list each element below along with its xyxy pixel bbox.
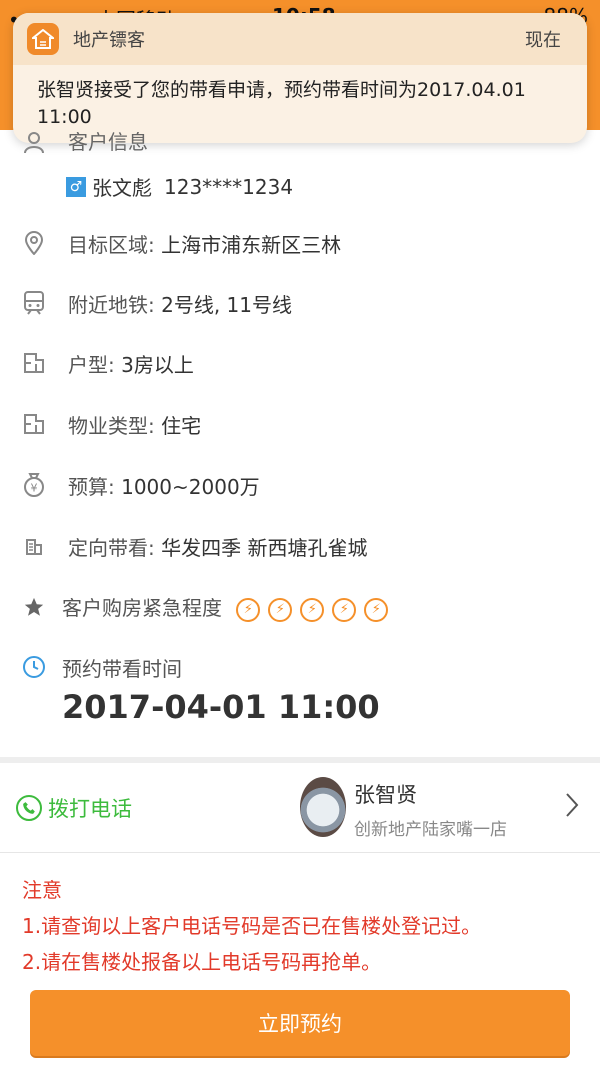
money-bag-icon: ¥ [20, 471, 48, 499]
subway-value: 2号线, 11号线 [161, 292, 292, 317]
clock-icon [20, 653, 48, 681]
lightning-icon: ⚡ [268, 597, 293, 622]
notice-line-2: 2.请在售楼处报备以上电话号码再抢单。 [22, 950, 382, 974]
star-icon [20, 593, 48, 621]
target-area-label: 目标区域: [68, 232, 162, 257]
layout-row: 户型: 3房以上 [0, 348, 600, 378]
subway-row: 附近地铁: 2号线, 11号线 [0, 288, 600, 318]
client-phone: 123****1234 [164, 174, 294, 199]
directed-viewing-label: 定向带看: [68, 535, 162, 560]
notification-header: 地产镖客 现在 [13, 13, 587, 65]
lightning-icon: ⚡ [332, 597, 357, 622]
budget-label: 预算: [68, 474, 122, 499]
male-icon: ♂ [66, 176, 86, 197]
client-line: ♂ 张文彪 123****1234 [66, 172, 293, 201]
layout-label: 户型: [68, 352, 122, 377]
book-now-button[interactable]: 立即预约 [30, 990, 570, 1056]
subway-icon [20, 289, 48, 317]
notification-time: 现在 [525, 30, 561, 51]
call-label: 拨打电话 [48, 797, 132, 821]
client-name: 张文彪 [92, 176, 152, 200]
chevron-right-icon[interactable] [564, 791, 580, 827]
person-icon [20, 132, 48, 156]
divider [0, 852, 600, 853]
lightning-icon: ⚡ [300, 597, 325, 622]
notice-line-1: 1.请查询以上客户电话号码是否已在售楼处登记过。 [22, 914, 482, 938]
building-icon [20, 532, 48, 560]
app-logo-icon [27, 23, 59, 55]
lightning-icon: ⚡ [236, 597, 261, 622]
directed-viewing-row: 定向带看: 华发四季 新西塘孔雀城 [0, 531, 600, 561]
appointment-label-row: 预约带看时间 [0, 652, 600, 682]
agent-name[interactable]: 张智贤 [354, 779, 417, 809]
agent-bar: 拨打电话 张智贤 创新地产陆家嘴一店 [0, 763, 600, 851]
floorplan-icon [20, 410, 48, 438]
location-pin-icon [20, 229, 48, 257]
urgency-row: 客户购房紧急程度 ⚡ ⚡ ⚡ ⚡ ⚡ [0, 592, 600, 622]
notification-message: 张智贤接受了您的带看申请，预约带看时间为2017.04.01 11:00 [37, 79, 526, 128]
agent-store[interactable]: 创新地产陆家嘴一店 [354, 815, 507, 840]
notification-app-name: 地产镖客 [73, 30, 145, 51]
target-area-value: 上海市浦东新区三林 [161, 232, 342, 257]
urgency-label: 客户购房紧急程度 [62, 596, 222, 621]
appointment-datetime: 2017-04-01 11:00 [62, 688, 380, 726]
push-notification[interactable]: 地产镖客 现在 张智贤接受了您的带看申请，预约带看时间为2017.04.01 1… [13, 13, 587, 143]
phone-icon [16, 795, 42, 821]
budget-value: 1000~2000万 [121, 474, 260, 499]
notice-title: 注意 [22, 878, 62, 902]
lightning-icon: ⚡ [364, 597, 389, 622]
urgency-rating: ⚡ ⚡ ⚡ ⚡ ⚡ [228, 596, 389, 622]
target-area-row: 目标区域: 上海市浦东新区三林 [0, 228, 600, 258]
appointment-label: 预约带看时间 [62, 656, 182, 681]
property-type-row: 物业类型: 住宅 [0, 409, 600, 439]
svg-text:¥: ¥ [31, 482, 38, 495]
subway-label: 附近地铁: [68, 292, 162, 317]
directed-viewing-value: 华发四季 新西塘孔雀城 [161, 535, 368, 560]
layout-value: 3房以上 [121, 352, 194, 377]
property-type-value: 住宅 [161, 413, 202, 438]
agent-avatar[interactable] [300, 777, 346, 837]
floorplan-icon [20, 349, 48, 377]
client-info-label: 客户信息 [68, 132, 148, 154]
call-button[interactable]: 拨打电话 [16, 793, 132, 823]
budget-row: ¥ 预算: 1000~2000万 [0, 470, 600, 500]
notice-block: 注意 1.请查询以上客户电话号码是否已在售楼处登记过。 2.请在售楼处报备以上电… [22, 872, 481, 980]
property-type-label: 物业类型: [68, 413, 162, 438]
client-info-header: 客户信息 [0, 132, 600, 162]
